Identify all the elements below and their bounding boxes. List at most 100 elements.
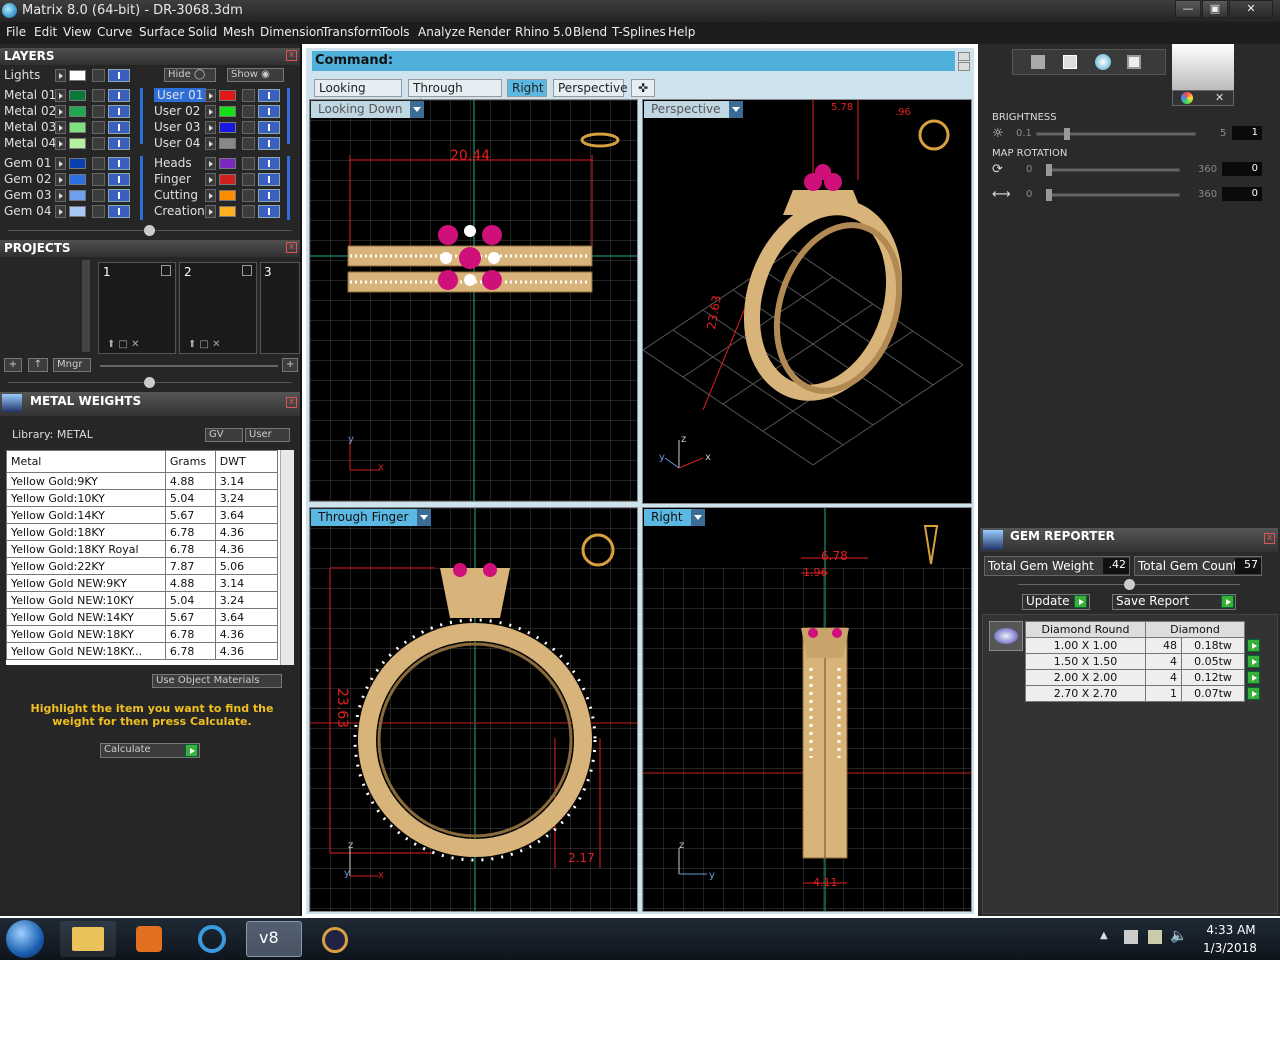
project-slider[interactable] (100, 365, 278, 367)
viewport-right[interactable]: 6.78 1.96 4.11 z y Right (642, 507, 972, 912)
play-icon[interactable] (1074, 595, 1087, 608)
lock-icon[interactable] (242, 157, 255, 170)
play-icon[interactable] (1247, 671, 1260, 684)
viewport-label[interactable]: Looking Down (311, 101, 425, 118)
arrow-icon[interactable] (55, 121, 66, 134)
show-button[interactable]: Show ◉ (227, 68, 284, 82)
matrix-taskbar-icon[interactable]: v8 (246, 921, 302, 957)
table-row[interactable]: Yellow Gold NEW:9KY 4.88 3.14 (6, 574, 279, 592)
layer-row[interactable]: Gem 03 (0, 188, 140, 203)
layer-row[interactable]: Gem 01 (0, 156, 140, 171)
layer-color-swatch[interactable] (69, 106, 86, 117)
close-icon[interactable]: x (286, 397, 297, 408)
lights-swatch[interactable] (69, 70, 86, 81)
layer-color-swatch[interactable] (69, 138, 86, 149)
play-icon[interactable] (185, 744, 198, 757)
visibility-toggle[interactable] (108, 105, 130, 118)
up-arrow-icon[interactable]: ↑ (28, 358, 48, 372)
layer-row[interactable]: User 01 (150, 88, 290, 103)
plus-icon[interactable]: + (282, 358, 298, 372)
action-center-icon[interactable] (1148, 930, 1162, 944)
arrow-icon[interactable] (55, 137, 66, 150)
layer-row[interactable]: Metal 04 (0, 136, 140, 151)
layer-color-swatch[interactable] (69, 190, 86, 201)
table-row[interactable]: Yellow Gold:18KY 6.78 4.36 (6, 523, 279, 541)
arrow-icon[interactable] (55, 105, 66, 118)
visibility-toggle[interactable] (258, 137, 280, 150)
visibility-toggle[interactable] (108, 157, 130, 170)
visibility-toggle[interactable] (108, 189, 130, 202)
table-row[interactable]: Yellow Gold NEW:18KY 6.78 4.36 (6, 625, 279, 643)
minimize-button[interactable]: — (1175, 0, 1201, 18)
visibility-toggle[interactable] (108, 137, 130, 150)
visibility-toggle[interactable] (108, 69, 130, 82)
layer-color-swatch[interactable] (69, 158, 86, 169)
brightness-input[interactable]: 1 (1232, 126, 1262, 140)
maximize-button[interactable]: ▣ (1202, 0, 1228, 18)
table-row[interactable]: Yellow Gold:14KY 5.67 3.64 (6, 506, 279, 524)
scroll-up-icon[interactable] (958, 52, 970, 61)
command-bar[interactable]: Command: (312, 51, 955, 71)
close-icon[interactable]: x (286, 50, 297, 61)
viewport-looking-down[interactable]: 20.44 y x Looking Down (309, 99, 638, 502)
slot-controls[interactable]: ⬆ □ ✕ (188, 339, 221, 350)
column-header[interactable]: DWT (214, 450, 279, 473)
layer-color-swatch[interactable] (219, 138, 236, 149)
scroll-down-icon[interactable] (958, 62, 970, 71)
layer-row[interactable]: Heads (150, 156, 290, 171)
layer-row[interactable]: Metal 01 (0, 88, 140, 103)
table-row[interactable]: 1.50 X 1.50 4 0.05tw (1025, 653, 1245, 670)
arrow-icon[interactable] (205, 157, 216, 170)
network-icon[interactable] (1124, 930, 1138, 944)
arrow-icon[interactable] (55, 89, 66, 102)
dropdown-icon[interactable] (728, 101, 743, 118)
tray-expand-icon[interactable]: ▲ (1100, 930, 1108, 941)
visibility-toggle[interactable] (258, 157, 280, 170)
layer-color-swatch[interactable] (219, 190, 236, 201)
slider-thumb[interactable] (1064, 128, 1070, 140)
close-icon[interactable]: x (286, 242, 297, 253)
table-row[interactable]: Yellow Gold NEW:18KY... 6.78 4.36 (6, 642, 279, 660)
layer-color-swatch[interactable] (219, 174, 236, 185)
arrow-icon[interactable] (205, 189, 216, 202)
layer-color-swatch[interactable] (219, 122, 236, 133)
menu-blend[interactable]: Blend (573, 25, 607, 39)
visibility-toggle[interactable] (258, 89, 280, 102)
cube-icon[interactable] (1063, 55, 1077, 69)
play-icon[interactable] (1247, 687, 1260, 700)
visibility-toggle[interactable] (258, 189, 280, 202)
color-wheel-icon[interactable] (1181, 92, 1193, 104)
visibility-toggle[interactable] (108, 121, 130, 134)
lock-icon[interactable] (242, 189, 255, 202)
lock-icon[interactable] (242, 173, 255, 186)
media-player-taskbar-icon[interactable] (122, 921, 178, 957)
dropdown-icon[interactable] (410, 101, 425, 118)
table-scrollbar[interactable] (280, 450, 294, 665)
arrow-icon[interactable] (55, 69, 66, 82)
add-tab-icon[interactable]: ✜ (631, 79, 655, 97)
menu-render[interactable]: Render (468, 25, 511, 39)
arrow-icon[interactable] (205, 121, 216, 134)
environment-icon[interactable] (1127, 55, 1141, 69)
collapse-icon[interactable] (144, 377, 155, 388)
table-row[interactable]: Yellow Gold:22KY 7.87 5.06 (6, 557, 279, 575)
collapse-icon[interactable] (1124, 579, 1135, 590)
table-row[interactable]: Yellow Gold:18KY Royal 6.78 4.36 (6, 540, 279, 558)
layer-color-swatch[interactable] (69, 174, 86, 185)
slider-thumb[interactable] (1046, 164, 1052, 176)
rotation-input-2[interactable]: 0 (1222, 187, 1262, 201)
column-header[interactable]: Metal (6, 450, 166, 473)
add-project-button[interactable]: + (4, 358, 22, 372)
manager-button[interactable]: Mngr (53, 358, 91, 372)
close-icon[interactable]: x (1264, 533, 1275, 544)
arrow-icon[interactable] (242, 265, 252, 276)
layer-row[interactable]: Metal 02 (0, 104, 140, 119)
play-icon[interactable] (1221, 595, 1234, 608)
column-header[interactable]: Grams (164, 450, 216, 473)
gem-app-taskbar-icon[interactable] (308, 921, 364, 957)
projects-scrollbar[interactable] (82, 260, 90, 352)
visibility-toggle[interactable] (108, 89, 130, 102)
dropdown-icon[interactable] (690, 509, 705, 526)
viewport-through-finger[interactable]: 23.63 2.17 z x y Through Finger (309, 507, 638, 912)
close-icon[interactable]: ✕ (1215, 91, 1224, 104)
